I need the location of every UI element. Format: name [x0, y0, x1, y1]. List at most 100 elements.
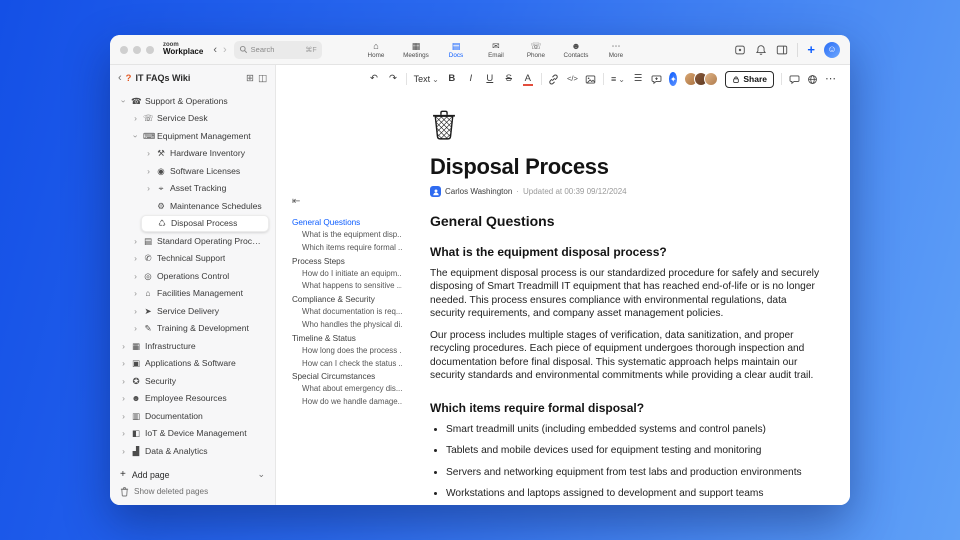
- italic-button[interactable]: I: [465, 74, 477, 84]
- chevron-down-icon[interactable]: ⌄: [257, 469, 265, 480]
- chevron-right-icon[interactable]: ›: [132, 254, 139, 263]
- comments-icon[interactable]: [789, 74, 800, 85]
- globe-icon[interactable]: [807, 74, 818, 85]
- tab-email[interactable]: ✉ Email: [483, 41, 509, 59]
- sidebar-item-security[interactable]: › ✪ Security: [116, 372, 269, 390]
- sidebar-back-button[interactable]: ‹: [118, 72, 122, 84]
- outline-section-general-questions[interactable]: General Questions: [292, 216, 402, 229]
- outline-section-timeline-status[interactable]: Timeline & Status: [292, 332, 402, 345]
- link-icon[interactable]: [548, 74, 559, 85]
- chevron-right-icon[interactable]: ›: [132, 289, 139, 298]
- tab-docs[interactable]: ▤ Docs: [443, 41, 469, 59]
- sidebar-item-technical-support[interactable]: › ✆ Technical Support: [128, 250, 269, 268]
- maximize-button[interactable]: [146, 45, 154, 54]
- outline-item[interactable]: What about emergency dis...: [292, 383, 402, 396]
- chevron-right-icon[interactable]: ›: [145, 149, 152, 158]
- sidebar-item-support-operations[interactable]: › ☎ Support & Operations: [116, 92, 269, 110]
- outline-item[interactable]: What documentation is req...: [292, 306, 402, 319]
- chevron-right-icon[interactable]: ›: [145, 184, 152, 193]
- sidebar-item-documentation[interactable]: › ▥ Documentation: [116, 407, 269, 425]
- text-color-button[interactable]: A: [522, 74, 534, 86]
- underline-button[interactable]: U: [484, 74, 496, 84]
- ai-companion-button[interactable]: ✦: [668, 72, 678, 86]
- list-button[interactable]: ☰: [632, 74, 644, 84]
- outline-item[interactable]: How do I initiate an equipm...: [292, 268, 402, 281]
- sidebar-item-service-delivery[interactable]: › ➤ Service Delivery: [128, 302, 269, 320]
- tab-more[interactable]: ⋯ More: [603, 41, 629, 59]
- global-search-input[interactable]: Search ⌘F: [233, 40, 322, 59]
- sidebar-item-hardware-inventory[interactable]: › ⚒ Hardware Inventory: [141, 145, 269, 163]
- tab-home[interactable]: ⌂ Home: [363, 41, 389, 59]
- show-deleted-pages-button[interactable]: Show deleted pages: [120, 486, 265, 497]
- collapse-sidebar-icon[interactable]: ◫: [258, 73, 267, 84]
- outline-item[interactable]: What happens to sensitive ...: [292, 280, 402, 293]
- sidebar-item-asset-tracking[interactable]: › ⌖ Asset Tracking: [141, 180, 269, 198]
- history-back-button[interactable]: ‹: [210, 44, 220, 56]
- chevron-right-icon[interactable]: ›: [120, 376, 127, 386]
- chevron-right-icon[interactable]: ›: [132, 114, 139, 123]
- tab-meetings[interactable]: ▦ Meetings: [403, 41, 429, 59]
- strikethrough-button[interactable]: S: [503, 74, 515, 84]
- sidebar-item-maintenance-schedules[interactable]: ⚙ Maintenance Schedules: [141, 197, 269, 215]
- minimize-button[interactable]: [133, 45, 141, 54]
- bold-button[interactable]: B: [446, 74, 458, 84]
- chevron-right-icon[interactable]: ›: [120, 394, 127, 403]
- chevron-right-icon[interactable]: ›: [132, 306, 139, 316]
- toggle-panel-icon[interactable]: [776, 44, 788, 56]
- sidebar-item-employee-resources[interactable]: › ☻ Employee Resources: [116, 390, 269, 408]
- chevron-right-icon[interactable]: ›: [120, 341, 127, 351]
- outline-item[interactable]: Who handles the physical di...: [292, 319, 402, 332]
- redo-button[interactable]: ↷: [387, 74, 399, 84]
- outline-item[interactable]: Which items require formal ...: [292, 242, 402, 255]
- collapse-outline-icon[interactable]: ⇤: [292, 197, 402, 207]
- collaborator-avatars[interactable]: [684, 72, 719, 86]
- tab-phone[interactable]: ☏ Phone: [523, 41, 549, 59]
- sidebar-item-iot-device-management[interactable]: › ◧ IoT & Device Management: [116, 425, 269, 443]
- clips-icon[interactable]: [734, 44, 746, 56]
- sidebar-item-disposal-process[interactable]: ♺ Disposal Process: [141, 214, 269, 232]
- text-style-dropdown[interactable]: Text ⌄: [414, 74, 439, 84]
- outline-section-compliance-security[interactable]: Compliance & Security: [292, 293, 402, 306]
- chevron-right-icon[interactable]: ›: [120, 411, 127, 421]
- outline-item[interactable]: How long does the process ...: [292, 345, 402, 358]
- history-forward-button[interactable]: ›: [220, 44, 230, 56]
- sidebar-item-applications-software[interactable]: › ▣ Applications & Software: [116, 355, 269, 373]
- sidebar-item-equipment-management[interactable]: › ⌨ Equipment Management: [128, 127, 269, 145]
- chevron-right-icon[interactable]: ›: [132, 236, 139, 246]
- outline-section-process-steps[interactable]: Process Steps: [292, 255, 402, 268]
- code-button[interactable]: </>: [566, 75, 578, 83]
- sidebar-item-standard-operating-procedures[interactable]: › ▤ Standard Operating Procedures: [128, 232, 269, 250]
- add-comment-icon[interactable]: [651, 74, 662, 85]
- collaborator-avatar[interactable]: [704, 72, 719, 86]
- chevron-right-icon[interactable]: ›: [132, 324, 139, 333]
- sidebar-item-service-desk[interactable]: › ☏ Service Desk: [128, 110, 269, 128]
- image-icon[interactable]: [585, 74, 596, 85]
- chevron-right-icon[interactable]: ›: [132, 271, 139, 281]
- add-new-button[interactable]: +: [807, 43, 815, 56]
- sidebar-item-facilities-management[interactable]: › ⌂ Facilities Management: [128, 285, 269, 303]
- notifications-bell-icon[interactable]: [755, 44, 767, 56]
- share-button[interactable]: Share: [725, 70, 774, 88]
- align-dropdown[interactable]: ≡ ⌄: [611, 74, 625, 84]
- chevron-down-icon[interactable]: ›: [119, 97, 129, 104]
- user-avatar[interactable]: ☺: [824, 41, 840, 58]
- sidebar-item-data-analytics[interactable]: › ▟ Data & Analytics: [116, 442, 269, 460]
- chevron-right-icon[interactable]: ›: [145, 166, 152, 176]
- more-options-button[interactable]: ⋯: [825, 73, 836, 85]
- chevron-right-icon[interactable]: ›: [120, 429, 127, 438]
- sidebar-item-operations-control[interactable]: › ◎ Operations Control: [128, 267, 269, 285]
- undo-button[interactable]: ↶: [368, 74, 380, 84]
- outline-item[interactable]: What is the equipment disp...: [292, 229, 402, 242]
- chevron-right-icon[interactable]: ›: [120, 359, 127, 368]
- outline-section-special-circumstances[interactable]: Special Circumstances: [292, 370, 402, 383]
- tab-contacts[interactable]: ☻ Contacts: [563, 41, 589, 59]
- outline-item[interactable]: How do we handle damage...: [292, 396, 402, 409]
- sidebar-item-training-development[interactable]: › ✎ Training & Development: [128, 320, 269, 338]
- chevron-down-icon[interactable]: ›: [131, 132, 141, 139]
- sidebar-item-software-licenses[interactable]: › ◉ Software Licenses: [141, 162, 269, 180]
- add-page-button[interactable]: + Add page ⌄: [120, 467, 265, 482]
- new-page-icon[interactable]: ⊞: [246, 73, 254, 84]
- sidebar-item-infrastructure[interactable]: › ▦ Infrastructure: [116, 337, 269, 355]
- document-trash-emoji-icon[interactable]: [430, 107, 824, 146]
- chevron-right-icon[interactable]: ›: [120, 446, 127, 456]
